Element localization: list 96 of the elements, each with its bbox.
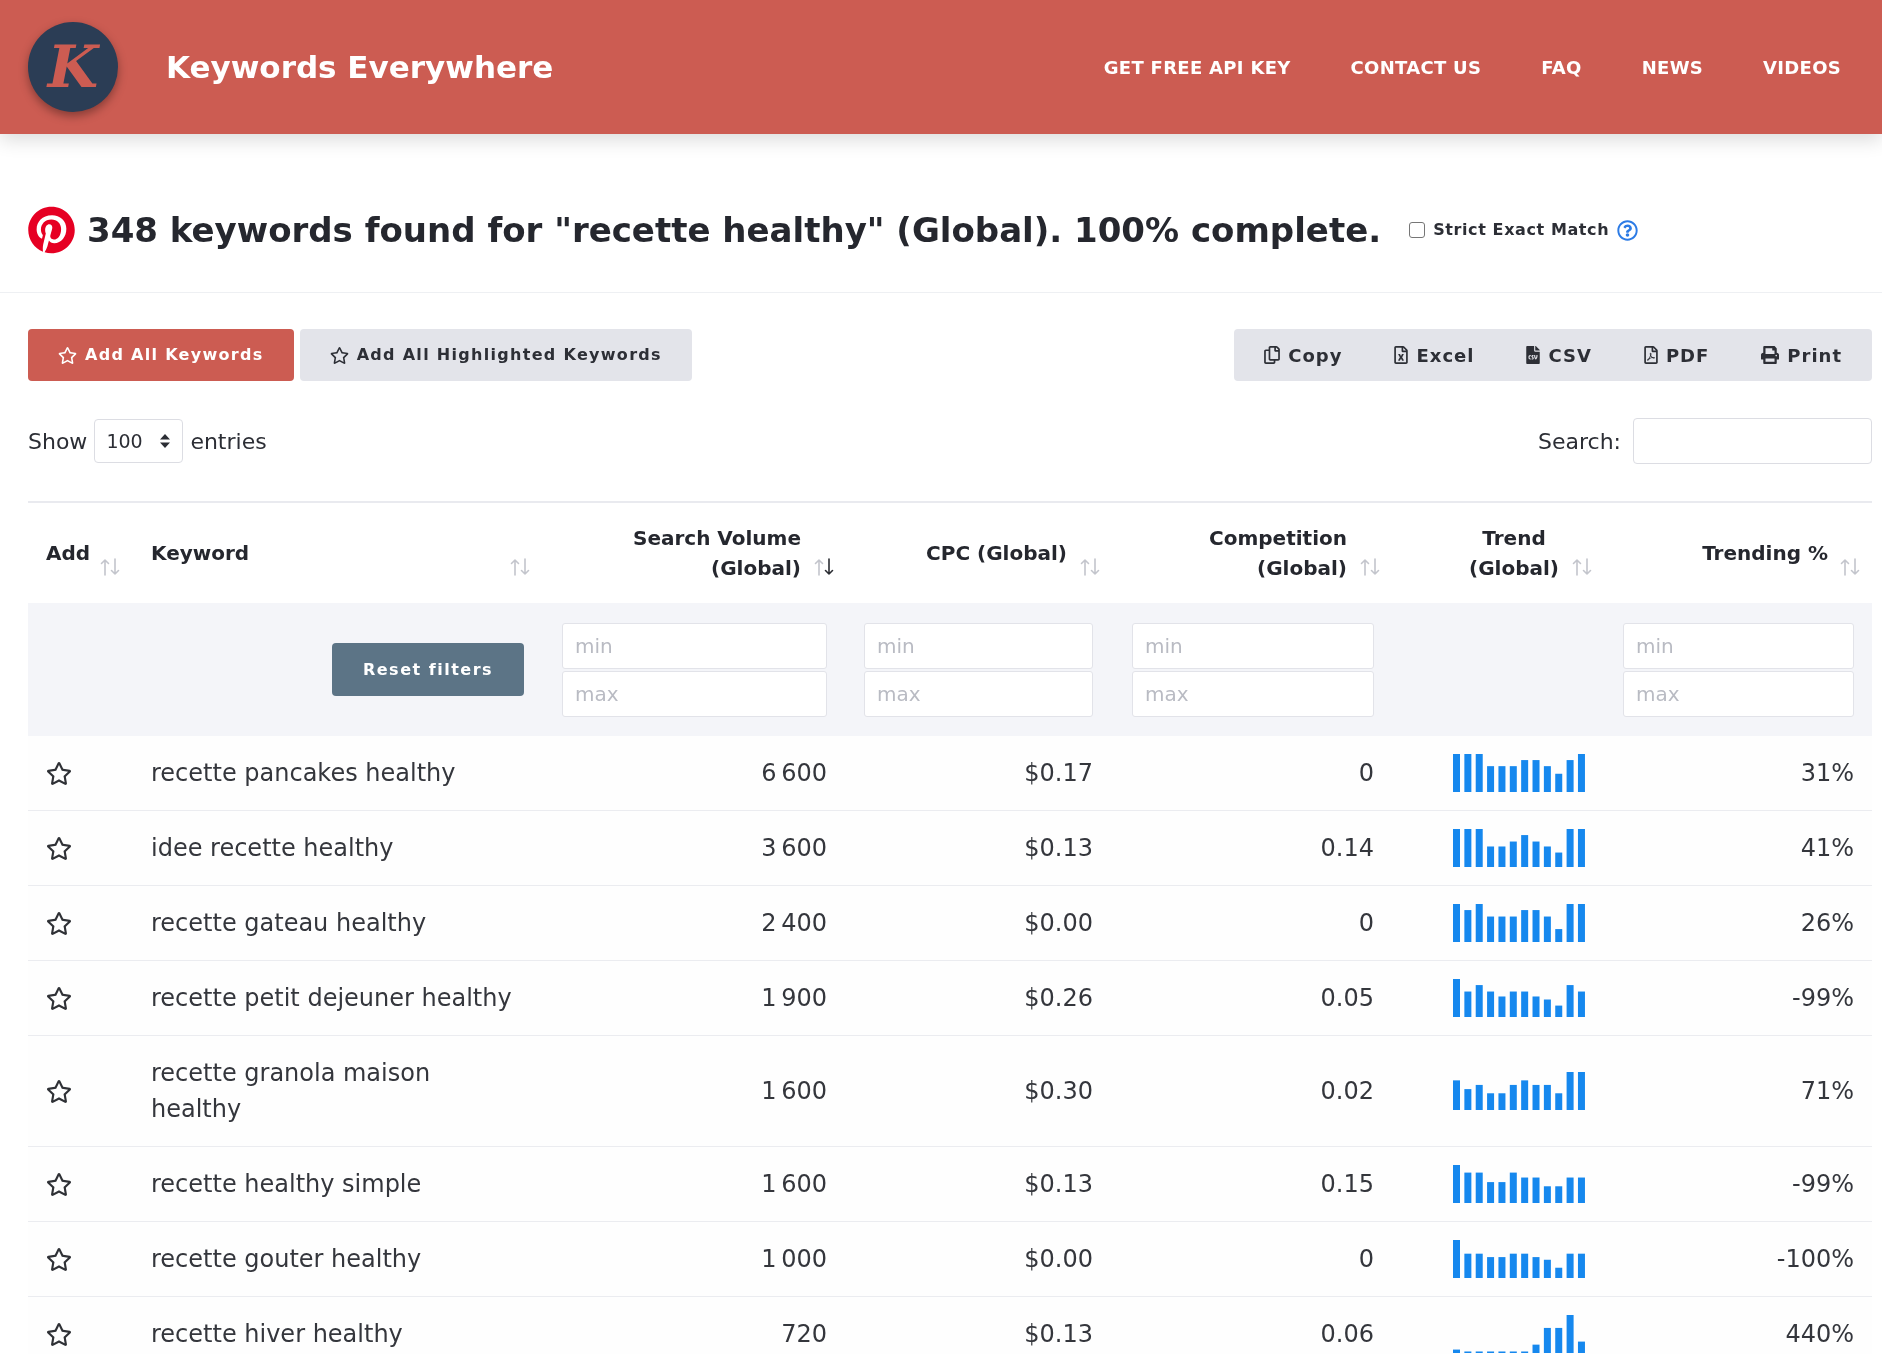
min-field[interactable]: min [1623,622,1854,669]
excel-button[interactable]: Excel [1368,329,1501,381]
print-button[interactable]: Print [1735,329,1868,381]
cpc-value: $0.13 [1024,833,1093,864]
cpc-value: $0.00 [1024,908,1093,939]
trending-value: 41% [1800,833,1854,864]
cpc-value: $0.13 [1024,1169,1093,1200]
column-header[interactable]: CPC (Global) [926,538,1067,568]
nav-link[interactable]: FAQ [1541,53,1582,81]
trending-value: -100% [1776,1244,1854,1275]
search-label: Search: [1538,427,1621,456]
competition-value: 0.15 [1320,1169,1374,1200]
spreadsheet-file-icon [1394,346,1409,364]
updown-caret-icon [160,434,171,448]
cpc-value: $0.17 [1024,758,1093,789]
max-field[interactable]: max [562,670,827,717]
keyword-text: recette hiver healthy [151,1319,403,1350]
star-icon [58,346,77,364]
pdf-button[interactable]: PDF [1617,329,1736,381]
checkbox[interactable] [1409,222,1426,238]
add-all-button[interactable]: Add All Keywords [28,329,294,381]
min-field[interactable]: min [864,622,1093,669]
reset-filters-button[interactable]: Reset filters [332,643,524,696]
search-volume-value: 1 900 [761,983,827,1014]
competition-value: 0.14 [1320,833,1374,864]
keyword-text: idee recette healthy [151,833,394,864]
pdf-file-icon [1643,346,1658,364]
cpc-value: $0.00 [1024,1244,1093,1275]
competition-value: 0.02 [1320,1076,1374,1107]
star-icon[interactable] [46,1322,72,1346]
keyword-text: recette granola maison healthy [151,1058,432,1125]
competition-value: 0.06 [1320,1319,1374,1350]
nav-link[interactable]: CONTACT US [1350,53,1482,81]
max-field[interactable]: max [1623,670,1854,717]
sort-icon[interactable] [814,558,834,576]
add-highlighted-button[interactable]: Add All Highlighted Keywords [299,329,692,381]
csv-button[interactable]: CSV [1500,329,1618,381]
search-field[interactable] [1633,418,1872,464]
star-icon[interactable] [46,986,72,1010]
keyword-text: recette healthy simple [151,1169,422,1200]
keyword-text: recette petit dejeuner healthy [151,983,512,1014]
nav-link[interactable]: VIDEOS [1763,53,1841,81]
max-field[interactable]: max [1132,670,1374,717]
competition-value: 0 [1358,1244,1374,1275]
trending-value: 440% [1785,1319,1854,1350]
cpc-value: $0.26 [1024,983,1093,1014]
search-volume-value: 1 600 [761,1076,827,1107]
show-label: Show [28,427,88,456]
column-header[interactable]: Trend (Global) [1469,523,1559,583]
star-icon[interactable] [46,1172,72,1196]
search-volume-value: 6 600 [761,758,827,789]
trending-value: 71% [1800,1076,1854,1107]
keyword-text: recette gateau healthy [151,908,427,939]
search-volume-value: 720 [781,1319,827,1350]
page-title: 348 keywords found for "recette healthy" (Global). 100% complete. [87,208,1382,252]
copy-icon [1264,346,1281,364]
search-volume-value: 1 600 [761,1169,827,1200]
search-volume-value: 3 600 [761,833,827,864]
min-field[interactable]: min [562,622,827,669]
search-volume-value: 2 400 [761,908,827,939]
star-icon [329,346,349,364]
competition-value: 0.05 [1320,983,1374,1014]
copy-button[interactable]: Copy [1238,329,1369,381]
star-icon[interactable] [46,761,72,785]
search-volume-value: 1 000 [761,1244,827,1275]
star-icon[interactable] [46,1247,72,1271]
trending-value: 26% [1800,908,1854,939]
trending-value: 31% [1800,758,1854,789]
help-icon[interactable] [1617,219,1639,241]
entries-label: entries [190,427,267,456]
column-header[interactable]: Trending % [1702,538,1828,568]
trending-value: -99% [1792,983,1854,1014]
competition-value: 0 [1358,758,1374,789]
competition-value: 0 [1358,908,1374,939]
keyword-text: recette pancakes healthy [151,758,456,789]
cpc-value: $0.30 [1024,1076,1093,1107]
printer-icon [1761,346,1780,364]
max-field[interactable]: max [864,670,1093,717]
page-size-select[interactable]: 100 [94,419,184,463]
trending-value: -99% [1792,1169,1854,1200]
p-logo-icon [28,206,75,254]
cpc-value: $0.13 [1024,1319,1093,1350]
star-icon[interactable] [46,1079,72,1103]
column-header[interactable]: Add [46,538,91,568]
star-icon[interactable] [46,911,72,935]
nav-link[interactable]: GET FREE API KEY [1103,53,1291,81]
star-icon[interactable] [46,836,72,860]
csv-file-icon [1526,346,1541,364]
site-title[interactable]: Keywords Everywhere [166,43,554,91]
min-field[interactable]: min [1132,622,1374,669]
keyword-text: recette gouter healthy [151,1244,422,1275]
checkbox-label[interactable]: Strict Exact Match [1433,218,1610,242]
column-header[interactable]: Keyword [151,538,250,568]
nav-link[interactable]: NEWS [1641,53,1704,81]
column-header[interactable]: Search Volume (Global) [621,523,801,583]
column-header[interactable]: Competition (Global) [1167,523,1347,583]
